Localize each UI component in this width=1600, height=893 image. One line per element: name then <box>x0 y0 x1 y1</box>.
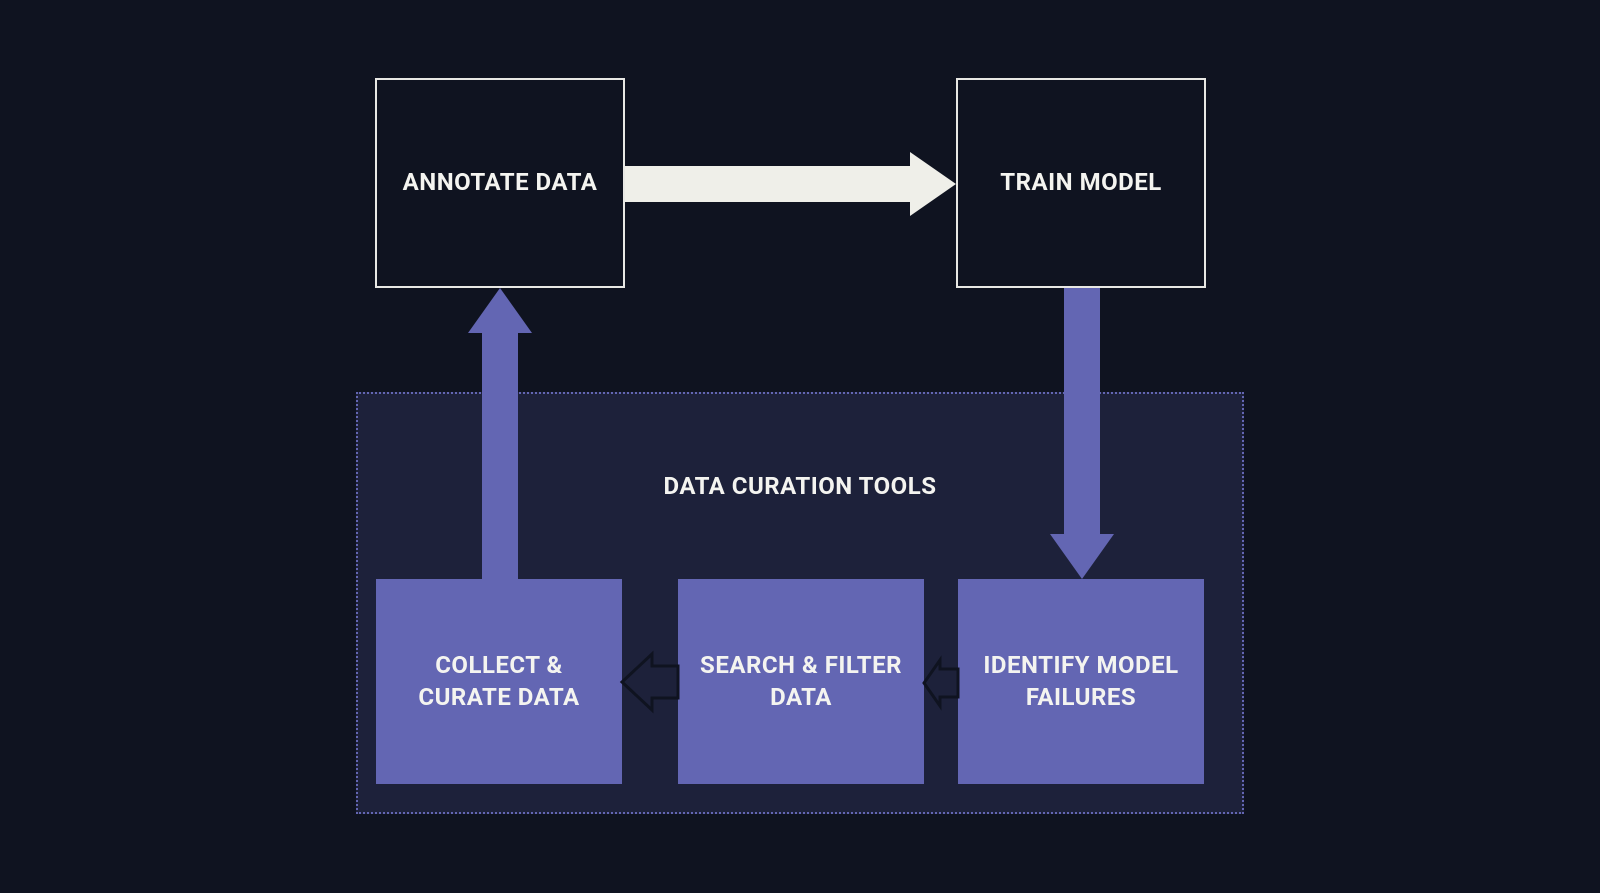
diagram-canvas: ANNOTATE DATA TRAIN MODEL DATA CURATION … <box>0 0 1600 893</box>
annotate-data-box: ANNOTATE DATA <box>375 78 625 288</box>
arrow-search-to-collect <box>622 654 678 710</box>
collect-curate-label: COLLECT & CURATE DATA <box>396 650 602 712</box>
identify-failures-box: IDENTIFY MODEL FAILURES <box>958 579 1204 784</box>
arrow-collect-to-annotate <box>474 288 526 579</box>
collect-curate-box: COLLECT & CURATE DATA <box>376 579 622 784</box>
arrow-train-to-identify <box>1056 288 1108 579</box>
train-model-label: TRAIN MODEL <box>1000 167 1161 198</box>
identify-failures-label: IDENTIFY MODEL FAILURES <box>978 650 1184 712</box>
annotate-data-label: ANNOTATE DATA <box>403 167 598 198</box>
arrow-identify-to-search <box>924 660 958 706</box>
arrow-annotate-to-train <box>625 158 956 210</box>
search-filter-box: SEARCH & FILTER DATA <box>678 579 924 784</box>
train-model-box: TRAIN MODEL <box>956 78 1206 288</box>
search-filter-label: SEARCH & FILTER DATA <box>698 650 904 712</box>
